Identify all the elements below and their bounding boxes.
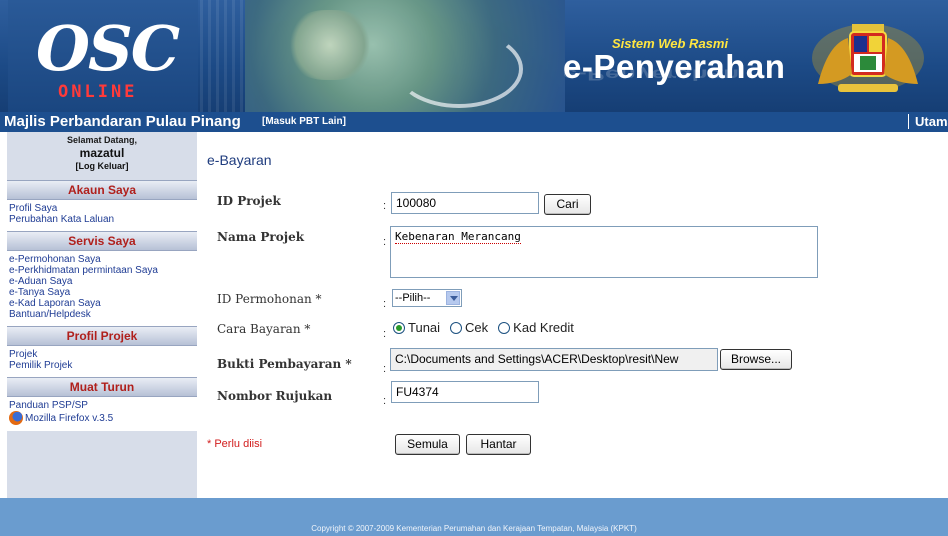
bukti-pembayaran-label: Bukti Pembayaran * (217, 357, 352, 371)
welcome-text: Selamat Datang, (66, 135, 138, 145)
sidebar-item-firefox-label[interactable]: Mozilla Firefox v.3.5 (25, 413, 113, 424)
username: mazatul (79, 146, 125, 160)
firefox-icon (9, 411, 23, 425)
osc-logo-letters: OSC (36, 12, 180, 85)
radio-kad-kredit[interactable] (498, 321, 511, 334)
sidebar-item-bantuan[interactable]: Bantuan/Helpdesk (9, 309, 197, 320)
sidebar: Selamat Datang, mazatul [Log Keluar] Aka… (7, 132, 197, 498)
id-projek-label: ID Projek (217, 194, 281, 208)
radio-tunai[interactable] (393, 321, 405, 334)
sidebar-item-panduan[interactable]: Panduan PSP/SP (9, 400, 197, 411)
colon: : (383, 298, 387, 310)
id-permohonan-label: ID Permohonan * (217, 292, 322, 306)
section-servis-saya: Servis Saya (7, 231, 197, 251)
sidebar-item-e-tanya[interactable]: e-Tanya Saya (9, 287, 197, 298)
colon: : (383, 395, 387, 407)
section-profil-projek-links: Projek Pemilik Projek (7, 346, 197, 377)
section-muat-turun-links: Panduan PSP/SP Mozilla Firefox v.3.5 (7, 397, 197, 431)
browse-button[interactable]: Browse... (720, 349, 792, 370)
section-akaun-saya: Akaun Saya (7, 180, 197, 200)
nama-projek-label: Nama Projek (217, 230, 305, 244)
colon: : (383, 328, 387, 340)
sidebar-item-pemilik-projek[interactable]: Pemilik Projek (9, 360, 197, 371)
section-servis-saya-links: e-Permohonan Saya e-Perkhidmatan permint… (7, 251, 197, 326)
nama-projek-text: Kebenaran Merancang (395, 230, 521, 244)
nombor-rujukan-label: Nombor Rujukan (217, 389, 333, 403)
cari-button[interactable]: Cari (544, 194, 591, 215)
bukti-file-path[interactable]: C:\Documents and Settings\ACER\Desktop\r… (390, 348, 718, 371)
welcome-box: Selamat Datang, mazatul [Log Keluar] (7, 132, 197, 180)
section-profil-projek: Profil Projek (7, 326, 197, 346)
malaysia-crest-icon (812, 24, 924, 92)
title-bar: Majlis Perbandaran Pulau Pinang [Masuk P… (0, 112, 948, 132)
radio-cek[interactable] (450, 321, 463, 334)
page-title: e-Bayaran (207, 152, 272, 168)
sidebar-item-e-kad-laporan[interactable]: e-Kad Laporan Saya (9, 298, 197, 309)
id-permohonan-selected: --Pilih-- (395, 292, 431, 304)
colon: : (383, 200, 387, 212)
radio-tunai-label[interactable]: Tunai (408, 320, 440, 335)
main-content: e-Bayaran ID Projek : 100080 Cari Nama P… (200, 132, 948, 498)
cara-bayaran-label: Cara Bayaran * (217, 322, 311, 336)
hantar-button[interactable]: Hantar (466, 434, 531, 455)
banner-stripes (200, 0, 245, 112)
nama-projek-textarea[interactable]: Kebenaran Merancang (390, 226, 818, 278)
home-link[interactable]: Utama (908, 114, 948, 129)
id-permohonan-select[interactable]: --Pilih-- (392, 289, 462, 307)
radio-kad-kredit-label[interactable]: Kad Kredit (513, 320, 574, 335)
sidebar-item-projek[interactable]: Projek (9, 349, 197, 360)
sidebar-item-firefox[interactable]: Mozilla Firefox v.3.5 (9, 411, 197, 425)
banner-photo (245, 0, 565, 112)
section-akaun-saya-links: Profil Saya Perubahan Kata Laluan (7, 200, 197, 231)
footer: Copyright © 2007-2009 Kementerian Peruma… (0, 498, 948, 536)
header-banner: OSC ONLINE Sistem Web Rasmi e-Penyerahan… (0, 0, 948, 112)
sidebar-item-e-aduan[interactable]: e-Aduan Saya (9, 276, 197, 287)
left-margin (0, 132, 7, 498)
id-projek-input[interactable]: 100080 (391, 192, 539, 214)
required-note: * Perlu diisi (207, 438, 263, 450)
sidebar-item-profil-saya[interactable]: Profil Saya (9, 203, 197, 214)
section-muat-turun: Muat Turun (7, 377, 197, 397)
chevron-down-icon[interactable] (446, 291, 460, 305)
cara-bayaran-options: Tunai Cek Kad Kredit (393, 320, 574, 335)
sidebar-item-e-permohonan[interactable]: e-Permohonan Saya (9, 254, 197, 265)
colon: : (383, 363, 387, 375)
radio-cek-label[interactable]: Cek (465, 320, 488, 335)
nombor-rujukan-input[interactable]: FU4374 (391, 381, 539, 403)
osc-logo[interactable]: OSC ONLINE (36, 14, 186, 104)
sidebar-item-perubahan-kata-laluan[interactable]: Perubahan Kata Laluan (9, 214, 197, 225)
copyright-text: Copyright © 2007-2009 Kementerian Peruma… (311, 524, 637, 533)
sidebar-item-e-perkhidmatan[interactable]: e-Perkhidmatan permintaan Saya (9, 265, 197, 276)
logout-link[interactable]: [Log Keluar] (7, 161, 197, 171)
semula-button[interactable]: Semula (395, 434, 460, 455)
council-name: Majlis Perbandaran Pulau Pinang (4, 113, 241, 130)
osc-logo-online: ONLINE (58, 82, 138, 102)
product-title-reflection: e-Penyerahan (563, 66, 740, 84)
colon: : (383, 236, 387, 248)
switch-council-link[interactable]: [Masuk PBT Lain] (262, 116, 346, 127)
